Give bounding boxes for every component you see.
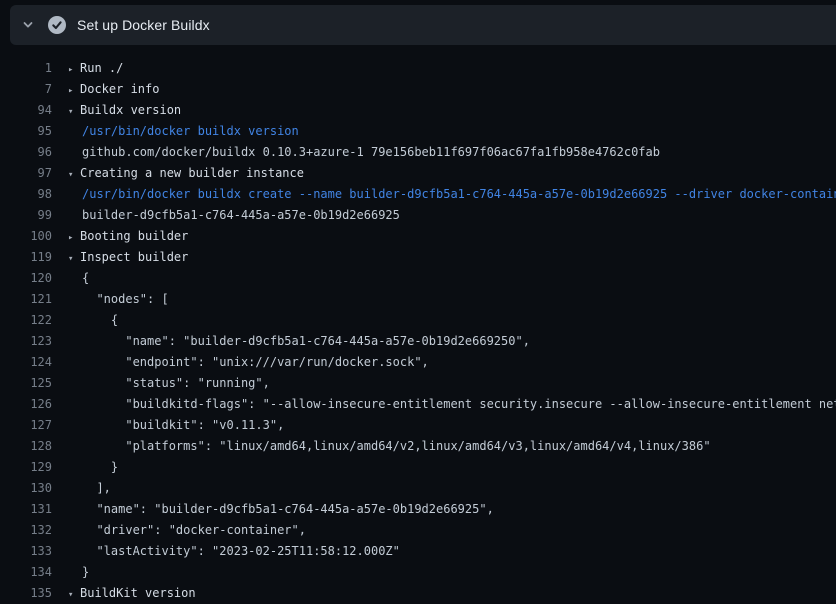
log-line: 130 ], bbox=[0, 478, 836, 499]
chevron-down-icon[interactable] bbox=[21, 18, 35, 32]
log-line: 132 "driver": "docker-container", bbox=[0, 520, 836, 541]
log-line[interactable]: 119 ▾Inspect builder bbox=[0, 247, 836, 268]
output-text: "platforms": "linux/amd64,linux/amd64/v2… bbox=[68, 436, 711, 457]
line-number[interactable]: 123 bbox=[0, 331, 52, 352]
output-text: } bbox=[68, 562, 89, 583]
log-line[interactable]: 100 ▸Booting builder bbox=[0, 226, 836, 247]
output-text: { bbox=[68, 310, 118, 331]
output-text: { bbox=[68, 268, 89, 289]
line-number[interactable]: 96 bbox=[0, 142, 52, 163]
log-group-row[interactable]: ▸Run ./ bbox=[68, 58, 123, 79]
log-line: 129 } bbox=[0, 457, 836, 478]
line-number[interactable]: 125 bbox=[0, 373, 52, 394]
command-text: /usr/bin/docker buildx version bbox=[68, 121, 299, 142]
output-text: "name": "builder-d9cfb5a1-c764-445a-a57e… bbox=[68, 331, 530, 352]
group-title: BuildKit version bbox=[80, 586, 196, 600]
log-line: 122 { bbox=[0, 310, 836, 331]
group-collapse-icon[interactable]: ▾ bbox=[68, 165, 80, 186]
line-number[interactable]: 120 bbox=[0, 268, 52, 289]
line-number[interactable]: 133 bbox=[0, 541, 52, 562]
line-number[interactable]: 132 bbox=[0, 520, 52, 541]
line-number[interactable]: 100 bbox=[0, 226, 52, 247]
output-text: github.com/docker/buildx 0.10.3+azure-1 … bbox=[68, 142, 660, 163]
log-group-row[interactable]: ▸Docker info bbox=[68, 79, 159, 100]
log-line: 120 { bbox=[0, 268, 836, 289]
log-lines-container: 1▸Run ./7▸Docker info94▾Buildx version95… bbox=[0, 58, 836, 604]
line-number[interactable]: 1 bbox=[0, 58, 52, 79]
output-text: "buildkitd-flags": "--allow-insecure-ent… bbox=[68, 394, 836, 415]
group-collapse-icon[interactable]: ▾ bbox=[68, 585, 80, 604]
line-number[interactable]: 128 bbox=[0, 436, 52, 457]
log-line: 123 "name": "builder-d9cfb5a1-c764-445a-… bbox=[0, 331, 836, 352]
group-collapse-icon[interactable]: ▾ bbox=[68, 249, 80, 270]
output-text: "endpoint": "unix:///var/run/docker.sock… bbox=[68, 352, 429, 373]
line-number[interactable]: 94 bbox=[0, 100, 52, 121]
group-expand-icon[interactable]: ▸ bbox=[68, 60, 80, 81]
line-number[interactable]: 124 bbox=[0, 352, 52, 373]
group-title: Buildx version bbox=[80, 103, 181, 117]
log-line: 133 "lastActivity": "2023-02-25T11:58:12… bbox=[0, 541, 836, 562]
log-line: 99 builder-d9cfb5a1-c764-445a-a57e-0b19d2… bbox=[0, 205, 836, 226]
group-expand-icon[interactable]: ▸ bbox=[68, 81, 80, 102]
log-line[interactable]: 94 ▾Buildx version bbox=[0, 100, 836, 121]
group-title: Booting builder bbox=[80, 229, 188, 243]
check-circle-icon bbox=[48, 16, 66, 34]
line-number[interactable]: 127 bbox=[0, 415, 52, 436]
step-header[interactable]: Set up Docker Buildx bbox=[10, 5, 836, 45]
line-number[interactable]: 95 bbox=[0, 121, 52, 142]
line-number[interactable]: 122 bbox=[0, 310, 52, 331]
command-text: /usr/bin/docker buildx create --name bui… bbox=[68, 184, 836, 205]
line-number[interactable]: 134 bbox=[0, 562, 52, 583]
log-line: 98/usr/bin/docker buildx create --name b… bbox=[0, 184, 836, 205]
log-line[interactable]: 97 ▾Creating a new builder instance bbox=[0, 163, 836, 184]
log-line: 126 "buildkitd-flags": "--allow-insecure… bbox=[0, 394, 836, 415]
log-line: 96 github.com/docker/buildx 0.10.3+azure-… bbox=[0, 142, 836, 163]
group-title: Inspect builder bbox=[80, 250, 188, 264]
group-expand-icon[interactable]: ▸ bbox=[68, 228, 80, 249]
log-line[interactable]: 1 ▸Run ./ bbox=[0, 58, 836, 79]
log-group-row[interactable]: ▾Creating a new builder instance bbox=[68, 163, 304, 184]
output-text: "status": "running", bbox=[68, 373, 270, 394]
step-title: Set up Docker Buildx bbox=[77, 17, 210, 33]
output-text: "lastActivity": "2023-02-25T11:58:12.000… bbox=[68, 541, 400, 562]
line-number[interactable]: 135 bbox=[0, 583, 52, 604]
output-text: ], bbox=[68, 478, 111, 499]
log-line: 131 "name": "builder-d9cfb5a1-c764-445a-… bbox=[0, 499, 836, 520]
output-text: "buildkit": "v0.11.3", bbox=[68, 415, 284, 436]
group-title: Docker info bbox=[80, 82, 159, 96]
log-line: 95/usr/bin/docker buildx version bbox=[0, 121, 836, 142]
line-number[interactable]: 99 bbox=[0, 205, 52, 226]
output-text: builder-d9cfb5a1-c764-445a-a57e-0b19d2e6… bbox=[68, 205, 400, 226]
log-line[interactable]: 135 ▾BuildKit version bbox=[0, 583, 836, 604]
line-number[interactable]: 129 bbox=[0, 457, 52, 478]
log-line[interactable]: 7 ▸Docker info bbox=[0, 79, 836, 100]
log-line: 124 "endpoint": "unix:///var/run/docker.… bbox=[0, 352, 836, 373]
log-line: 121 "nodes": [ bbox=[0, 289, 836, 310]
line-number[interactable]: 131 bbox=[0, 499, 52, 520]
log-group-row[interactable]: ▾BuildKit version bbox=[68, 583, 196, 604]
line-number[interactable]: 7 bbox=[0, 79, 52, 100]
line-number[interactable]: 130 bbox=[0, 478, 52, 499]
log-line: 134} bbox=[0, 562, 836, 583]
group-title: Run ./ bbox=[80, 61, 123, 75]
log-line: 128 "platforms": "linux/amd64,linux/amd6… bbox=[0, 436, 836, 457]
line-number[interactable]: 126 bbox=[0, 394, 52, 415]
log-group-row[interactable]: ▾Buildx version bbox=[68, 100, 181, 121]
log-group-row[interactable]: ▸Booting builder bbox=[68, 226, 188, 247]
line-number[interactable]: 97 bbox=[0, 163, 52, 184]
group-title: Creating a new builder instance bbox=[80, 166, 304, 180]
output-text: "name": "builder-d9cfb5a1-c764-445a-a57e… bbox=[68, 499, 494, 520]
line-number[interactable]: 119 bbox=[0, 247, 52, 268]
line-number[interactable]: 121 bbox=[0, 289, 52, 310]
group-collapse-icon[interactable]: ▾ bbox=[68, 102, 80, 123]
output-text: } bbox=[68, 457, 118, 478]
output-text: "nodes": [ bbox=[68, 289, 169, 310]
line-number[interactable]: 98 bbox=[0, 184, 52, 205]
output-text: "driver": "docker-container", bbox=[68, 520, 306, 541]
log-line: 125 "status": "running", bbox=[0, 373, 836, 394]
log-line: 127 "buildkit": "v0.11.3", bbox=[0, 415, 836, 436]
log-group-row[interactable]: ▾Inspect builder bbox=[68, 247, 188, 268]
